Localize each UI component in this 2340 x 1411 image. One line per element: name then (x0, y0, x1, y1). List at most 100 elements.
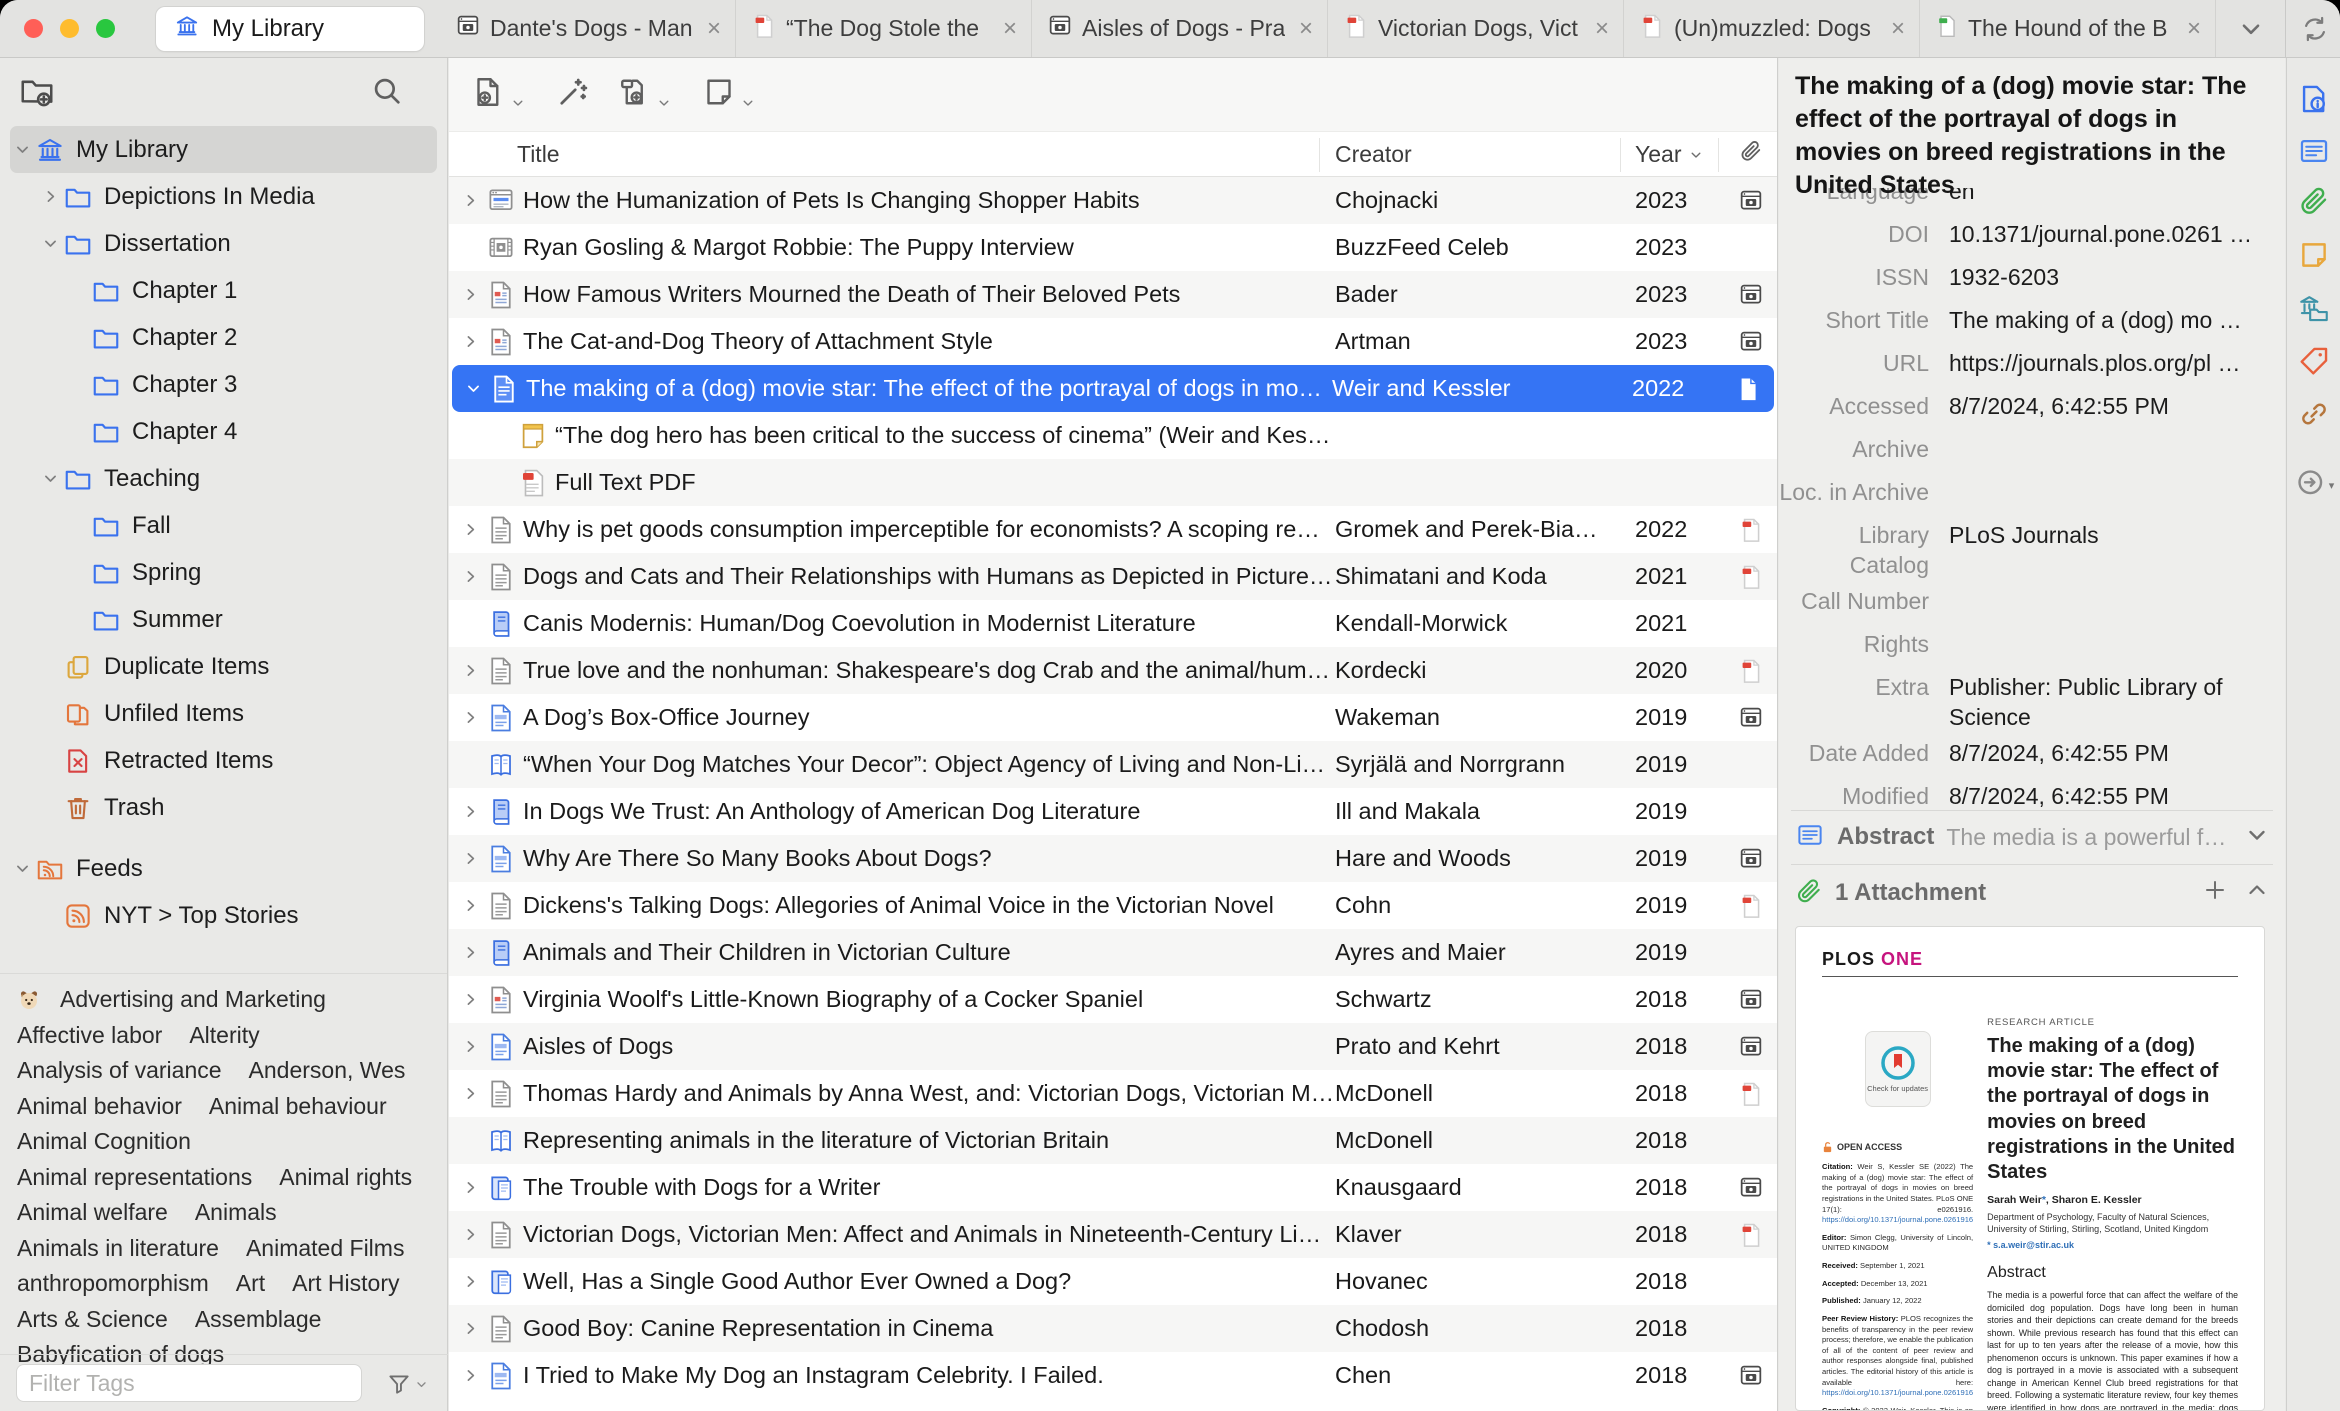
tab-aisles-of-dogs-pra[interactable]: Aisles of Dogs - Pra× (1032, 0, 1328, 57)
column-divider[interactable] (1620, 138, 1621, 172)
tab-the-hound-of-the-b[interactable]: The Hound of the B× (1920, 0, 2216, 57)
item-row[interactable]: Canis Modernis: Human/Dog Coevolution in… (449, 600, 1777, 647)
item-row[interactable]: The Trouble with Dogs for a WriterKnausg… (449, 1164, 1777, 1211)
column-divider[interactable] (1718, 138, 1719, 172)
sidebar-item-duplicate-items[interactable]: Duplicate Items (0, 643, 447, 690)
twisty-closed-icon[interactable] (457, 897, 483, 914)
tag-animated-films[interactable]: Animated Films (246, 1235, 404, 1262)
tab-the-dog-stole-the[interactable]: “The Dog Stole the× (736, 0, 1032, 57)
tab-dante-s-dogs-man[interactable]: Dante's Dogs - Man× (440, 0, 736, 57)
tag-art-history[interactable]: Art History (292, 1270, 399, 1297)
close-tab-icon[interactable]: × (999, 15, 1021, 43)
sidenav-tags-button[interactable] (2287, 344, 2340, 383)
item-row[interactable]: Why is pet goods consumption imperceptib… (449, 506, 1777, 553)
close-tab-icon[interactable]: × (1887, 15, 1909, 43)
tag-anderson-wes[interactable]: Anderson, Wes (249, 1057, 406, 1084)
tag-animal-representations[interactable]: Animal representations (17, 1164, 252, 1191)
twisty-closed-icon[interactable] (457, 709, 483, 726)
sidebar-item-summer[interactable]: Summer (0, 596, 447, 643)
new-collection-button[interactable] (18, 72, 56, 115)
item-row[interactable]: A Dog’s Box-Office JourneyWakeman2019 (449, 694, 1777, 741)
twisty-closed-icon[interactable] (457, 521, 483, 538)
sidebar-item-chapter-3[interactable]: Chapter 3 (0, 361, 447, 408)
sidebar-item-depictions-in-media[interactable]: Depictions In Media (0, 173, 447, 220)
tag-anthropomorphism[interactable]: anthropomorphism (17, 1270, 209, 1297)
item-row[interactable]: Good Boy: Canine Representation in Cinem… (449, 1305, 1777, 1352)
collapse-section-chevron-up-icon[interactable] (2245, 878, 2269, 909)
item-row[interactable]: The Cat-and-Dog Theory of Attachment Sty… (449, 318, 1777, 365)
chevron-down-icon[interactable] (2245, 823, 2269, 852)
column-header-creator[interactable]: Creator (1335, 141, 1635, 168)
close-tab-icon[interactable]: × (2183, 15, 2205, 43)
sidebar-item-feeds[interactable]: Feeds (0, 845, 447, 892)
sidenav-related-button[interactable] (2287, 397, 2340, 436)
twisty-closed-icon[interactable] (457, 1273, 483, 1290)
tag-animals-in-literature[interactable]: Animals in literature (17, 1235, 219, 1262)
twisty-closed-icon[interactable] (457, 1226, 483, 1243)
item-row[interactable]: True love and the nonhuman: Shakespeare'… (449, 647, 1777, 694)
item-row[interactable]: Representing animals in the literature o… (449, 1117, 1777, 1164)
close-tab-icon[interactable]: × (1295, 15, 1317, 43)
twisty-closed-icon[interactable] (457, 850, 483, 867)
twisty-open-icon[interactable] (38, 470, 62, 487)
sync-icon[interactable] (2300, 14, 2330, 49)
tag-filter-options[interactable] (386, 1371, 428, 1397)
tag-alterity[interactable]: Alterity (189, 1022, 259, 1049)
sidebar-item-spring[interactable]: Spring (0, 549, 447, 596)
sidenav-item-info-button[interactable] (2287, 82, 2340, 121)
sidebar-item-chapter-1[interactable]: Chapter 1 (0, 267, 447, 314)
twisty-closed-icon[interactable] (457, 1085, 483, 1102)
twisty-closed-icon[interactable] (457, 192, 483, 209)
attachment-preview-card[interactable]: PLOS ONE Check for updates OPEN ACCESS C… (1795, 926, 2265, 1411)
column-header-attachment[interactable] (1725, 139, 1777, 169)
close-tab-icon[interactable]: × (703, 15, 725, 43)
close-window-button[interactable] (24, 19, 43, 38)
tag-animal-behavior[interactable]: Animal behavior (17, 1093, 182, 1120)
sidebar-item-unfiled-items[interactable]: Unfiled Items (0, 690, 447, 737)
twisty-closed-icon[interactable] (38, 188, 62, 205)
tag-animal-cognition[interactable]: Animal Cognition (17, 1128, 191, 1155)
sidenav-libraries-collections-button[interactable] (2287, 291, 2340, 330)
item-row[interactable]: Dickens's Talking Dogs: Allegories of An… (449, 882, 1777, 929)
column-header-year[interactable]: Year (1635, 141, 1725, 168)
tag-analysis-of-variance[interactable]: Analysis of variance (17, 1057, 222, 1084)
add-by-identifier-button[interactable] (555, 74, 591, 115)
item-row[interactable]: Why Are There So Many Books About Dogs?H… (449, 835, 1777, 882)
attachment-row[interactable]: Full Text PDF (449, 459, 1777, 506)
twisty-open-icon[interactable] (10, 860, 34, 877)
twisty-closed-icon[interactable] (457, 1179, 483, 1196)
sidenav-notes-button[interactable] (2287, 238, 2340, 277)
tab-un-muzzled-dogs[interactable]: (Un)muzzled: Dogs× (1624, 0, 1920, 57)
item-row[interactable]: “When Your Dog Matches Your Decor”: Obje… (449, 741, 1777, 788)
twisty-closed-icon[interactable] (457, 1320, 483, 1337)
item-row[interactable]: Dogs and Cats and Their Relationships wi… (449, 553, 1777, 600)
sidebar-item-fall[interactable]: Fall (0, 502, 447, 549)
zoom-window-button[interactable] (96, 19, 115, 38)
sidebar-item-trash[interactable]: Trash (0, 784, 447, 831)
tag-advertising-and-marketing[interactable]: Advertising and Marketing (60, 986, 326, 1013)
tag-animals[interactable]: Animals (195, 1199, 277, 1226)
twisty-closed-icon[interactable] (457, 991, 483, 1008)
item-row[interactable]: The making of a (dog) movie star: The ef… (452, 365, 1774, 412)
tag-assemblage[interactable]: Assemblage (195, 1306, 322, 1333)
item-row[interactable]: Ryan Gosling & Margot Robbie: The Puppy … (449, 224, 1777, 271)
sidebar-item-teaching[interactable]: Teaching (0, 455, 447, 502)
tab-victorian-dogs-vict[interactable]: Victorian Dogs, Vict× (1328, 0, 1624, 57)
add-attachment-button[interactable] (2203, 878, 2227, 909)
item-row[interactable]: Virginia Woolf's Little-Known Biography … (449, 976, 1777, 1023)
sidebar-item-nyt-top-stories[interactable]: NYT > Top Stories (0, 892, 447, 939)
twisty-closed-icon[interactable] (457, 286, 483, 303)
item-row[interactable]: Victorian Dogs, Victorian Men: Affect an… (449, 1211, 1777, 1258)
close-tab-icon[interactable]: × (1591, 15, 1613, 43)
new-item-button[interactable] (471, 74, 525, 115)
tag-animal-rights[interactable]: Animal rights (279, 1164, 412, 1191)
twisty-open-icon[interactable] (10, 141, 34, 158)
item-row[interactable]: Well, Has a Single Good Author Ever Owne… (449, 1258, 1777, 1305)
twisty-open-icon[interactable] (38, 235, 62, 252)
minimize-window-button[interactable] (60, 19, 79, 38)
twisty-closed-icon[interactable] (457, 1367, 483, 1384)
tag-animal-behaviour[interactable]: Animal behaviour (209, 1093, 387, 1120)
sidebar-item-my-library[interactable]: My Library (10, 126, 437, 173)
column-header-title[interactable]: Title (517, 141, 1335, 168)
item-row[interactable]: Animals and Their Children in Victorian … (449, 929, 1777, 976)
